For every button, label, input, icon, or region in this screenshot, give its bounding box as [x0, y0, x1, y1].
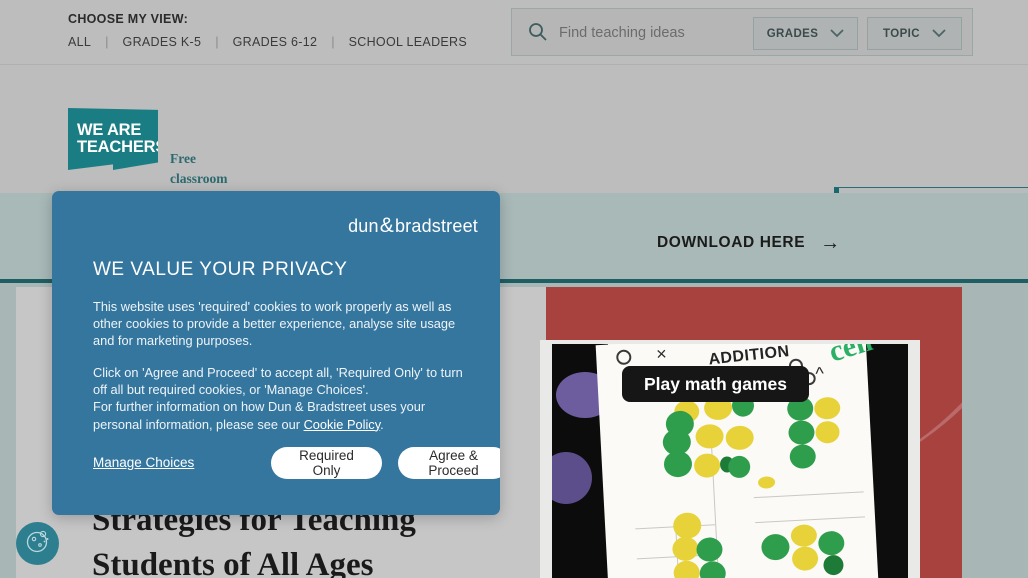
privacy-consent-modal: dun & bradstreet WE VALUE YOUR PRIVACY Thi… — [52, 191, 500, 515]
cookie-settings-button[interactable] — [16, 522, 59, 565]
view-link-grades-k-5[interactable]: GRADES K-5 — [123, 35, 202, 49]
dun-bradstreet-logo: dun & bradstreet — [348, 214, 478, 238]
stamp-dot — [694, 423, 725, 450]
grades-filter-label: GRADES — [766, 27, 819, 40]
stamp-dot — [673, 560, 701, 578]
main-header: WE ARE TEACHERS Free classroom resources… — [0, 65, 1028, 247]
stamp-dot — [791, 545, 819, 572]
download-here-link[interactable]: DOWNLOAD HERE → — [657, 233, 841, 253]
chevron-down-icon — [830, 25, 844, 43]
required-only-button[interactable]: Required Only — [271, 447, 382, 479]
brand-post: bradstreet — [394, 216, 478, 236]
modal-paragraph-1: This website uses 'required' cookies to … — [93, 299, 456, 349]
view-separator: | — [105, 34, 109, 49]
stamp-dot — [663, 450, 693, 478]
stamp-dot — [760, 533, 791, 561]
grades-filter-button[interactable]: GRADES — [753, 17, 858, 50]
arrow-right-icon: → — [820, 232, 841, 254]
stamp-dot — [699, 560, 727, 578]
view-link-school-leaders[interactable]: SCHOOL LEADERS — [349, 35, 467, 49]
stamp-dot — [727, 455, 751, 479]
play-math-games-tooltip: Play math games — [622, 366, 809, 402]
view-link-all[interactable]: ALL — [68, 35, 91, 49]
download-here-label: DOWNLOAD HERE — [657, 234, 806, 251]
stamp-dot — [790, 523, 818, 548]
manage-choices-button[interactable]: Manage Choices — [93, 455, 194, 472]
view-separator: | — [215, 34, 219, 49]
logo-line-2: TEACHERS — [77, 138, 167, 156]
stamp-dot — [757, 476, 776, 489]
logo-line-1: WE ARE — [77, 121, 142, 140]
worksheet-x: × — [655, 344, 668, 365]
modal-paragraph-2a: Click on 'Agree and Proceed' to accept a… — [93, 365, 463, 398]
topic-filter-label: TOPIC — [883, 27, 920, 40]
stamp-dot — [813, 396, 841, 420]
page-root: CHOOSE MY VIEW: ALL | GRADES K-5 | GRADE… — [0, 0, 1028, 578]
cookie-icon — [25, 528, 51, 559]
chevron-down-icon — [932, 25, 946, 43]
modal-title: WE VALUE YOUR PRIVACY — [93, 259, 348, 280]
worksheet-grid — [755, 516, 866, 523]
stamp-dot — [695, 536, 724, 563]
search-bar: GRADES TOPIC — [511, 8, 973, 56]
utility-bar: CHOOSE MY VIEW: ALL | GRADES K-5 | GRADE… — [0, 0, 1028, 65]
topic-filter-button[interactable]: TOPIC — [867, 17, 962, 50]
agree-and-proceed-button[interactable]: Agree & Proceed — [398, 447, 500, 479]
search-input[interactable] — [559, 22, 754, 44]
worksheet-grid — [753, 491, 864, 498]
modal-paragraph-2-end: . — [380, 416, 384, 432]
stamp-dot — [725, 425, 755, 451]
stamp-dot — [787, 419, 816, 446]
tooltip-label: Play math games — [644, 373, 787, 394]
worksheet-x: ^ — [814, 363, 825, 384]
stamp-dot — [671, 536, 700, 562]
stamp-dot — [672, 511, 702, 540]
brand-ampersand: & — [379, 214, 394, 237]
modal-actions: Manage Choices Required Only Agree & Pro… — [93, 447, 500, 479]
choose-my-view: CHOOSE MY VIEW: ALL | GRADES K-5 | GRADE… — [68, 12, 467, 49]
stamp-dot — [822, 554, 844, 576]
view-links: ALL | GRADES K-5 | GRADES 6-12 | SCHOOL … — [68, 34, 467, 49]
site-logo[interactable]: WE ARE TEACHERS — [68, 108, 158, 170]
stamp-dot — [814, 420, 841, 444]
search-icon — [528, 22, 548, 42]
modal-paragraph-2: Click on 'Agree and Proceed' to accept a… — [93, 364, 465, 433]
worksheet-circle — [615, 349, 632, 366]
stamp-dot — [789, 443, 817, 470]
stamp-dot — [693, 452, 721, 479]
view-separator: | — [331, 34, 335, 49]
stamp-dot — [817, 530, 845, 556]
cookie-policy-link[interactable]: Cookie Policy — [304, 417, 381, 432]
view-link-grades-6-12[interactable]: GRADES 6-12 — [233, 35, 318, 49]
choose-my-view-label: CHOOSE MY VIEW: — [68, 12, 189, 26]
brand-pre: dun — [348, 216, 379, 236]
